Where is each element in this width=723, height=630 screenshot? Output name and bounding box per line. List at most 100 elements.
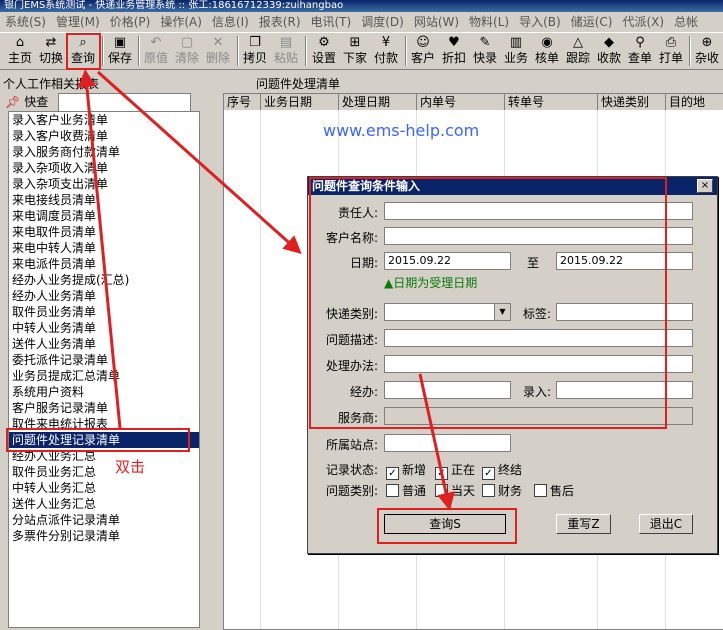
list-item[interactable]: 来电调度员清单 — [9, 208, 199, 224]
menu-price[interactable]: 价格(P) — [105, 12, 156, 32]
network-icon: ⊞ — [349, 35, 361, 50]
problem-type-label: 问题类别: — [325, 484, 378, 498]
list-item[interactable]: 委托派件记录清单 — [9, 352, 199, 368]
toolbar-delete-button[interactable]: ✕ 删除 — [204, 34, 232, 68]
toolbar-customers-button[interactable]: ☺ 客户 — [409, 34, 437, 68]
toolbar-paste-button[interactable]: ▤ 粘贴 — [272, 34, 300, 68]
type-same-day-checkbox[interactable]: 当天 — [435, 482, 475, 499]
left-panel: 个人工作相关报表 📌︎ 快查 录入客户业务清单 录入客户收费清单 录入服务商付款清… — [0, 71, 204, 628]
print-icon: ⎙ — [665, 35, 677, 50]
column-header[interactable]: 业务日期 — [261, 94, 339, 110]
menu-import[interactable]: 导入(B) — [514, 12, 566, 32]
menu-reports[interactable]: 报表(R) — [254, 12, 306, 32]
close-icon[interactable]: × — [697, 179, 713, 193]
collection-icon: ◆ — [604, 35, 614, 50]
window-title-bar: 银门EMS系统测试 - 快递业务管理系统 :: 张工:18616712339:z… — [0, 0, 723, 12]
menu-operate[interactable]: 操作(A) — [155, 12, 207, 32]
clear-icon: ▢ — [180, 35, 194, 50]
quick-search-input[interactable] — [58, 93, 191, 113]
toolbar-clear-button[interactable]: ▢ 清除 — [173, 34, 201, 68]
toolbar-separator — [237, 36, 239, 66]
list-item[interactable]: 经办人业务提成(汇总) — [9, 272, 199, 288]
list-item[interactable]: 多票件分别记录清单 — [9, 528, 199, 544]
window-title: 银门EMS系统测试 - 快递业务管理系统 :: 张工:18616712339:z… — [4, 0, 344, 11]
toolbar-print-button[interactable]: ⎙ 打单 — [657, 34, 685, 68]
pin-icon: 📌︎ — [5, 95, 21, 109]
restore-icon: ↶ — [150, 35, 162, 50]
list-item[interactable]: 录入杂项支出清单 — [9, 176, 199, 192]
site-field[interactable] — [384, 434, 511, 452]
toolbar-collection-button[interactable]: ◆ 收款 — [595, 34, 623, 68]
status-new-checkbox[interactable]: ✓ 新增 — [386, 461, 426, 480]
menu-info[interactable]: 信息(I) — [207, 12, 254, 32]
list-item[interactable]: 录入客户业务清单 — [9, 112, 199, 128]
reset-button[interactable]: 重写Z — [556, 514, 611, 534]
menu-telecom[interactable]: 电讯(T) — [306, 12, 357, 32]
status-closed-checkbox[interactable]: ✓ 终结 — [482, 461, 522, 480]
list-item[interactable]: 客户服务记录清单 — [9, 400, 199, 416]
toolbar-save-button[interactable]: ▣ 保存 — [106, 34, 134, 68]
menu-manage[interactable]: 管理(M) — [51, 12, 105, 32]
toolbar-search-order-button[interactable]: ⚲ 查单 — [626, 34, 654, 68]
list-item[interactable]: 来电取件员清单 — [9, 224, 199, 240]
double-click-annotation: 双击 — [115, 458, 146, 476]
list-item[interactable]: 来电接线员清单 — [9, 192, 199, 208]
grid-header: 序号 业务日期 处理日期 内单号 转单号 快递类别 目的地 — [224, 94, 723, 110]
toolbar-business-button[interactable]: ▥ 业务 — [502, 34, 530, 68]
exit-button[interactable]: 退出C — [639, 514, 693, 534]
type-normal-checkbox[interactable]: 普通 — [386, 482, 426, 499]
type-after-sales-checkbox[interactable]: 售后 — [534, 482, 574, 499]
list-item[interactable]: 业务员提成汇总清单 — [9, 368, 199, 384]
list-item[interactable]: 录入服务商付款清单 — [9, 144, 199, 160]
menu-ledger[interactable]: 总帐 — [669, 12, 703, 32]
column-header[interactable]: 快递类别 — [598, 94, 666, 110]
toolbar: ⌂ 主页 ⇄ 切换 ⌕ 查询 ▣ 保存 ↶ 原值 ▢ 清除 ✕ 删除 ❐ 拷贝 ▤ 粘贴 ⚙ 设置 … — [0, 33, 723, 70]
menu-dispatch[interactable]: 调度(D) — [356, 12, 409, 32]
toolbar-downstream-button[interactable]: ⊞ 下家 — [341, 34, 369, 68]
list-item[interactable]: 送件人业务汇总 — [9, 496, 199, 512]
menu-system[interactable]: 系统(S) — [0, 12, 51, 32]
settings-icon: ⚙ — [318, 35, 330, 50]
list-item[interactable]: 取件员业务清单 — [9, 304, 199, 320]
toolbar-tracking-button[interactable]: △ 跟踪 — [564, 34, 592, 68]
menu-delegate[interactable]: 代派(X) — [617, 12, 669, 32]
highlight-dialog-fields — [309, 177, 667, 429]
list-item[interactable]: 中转人业务清单 — [9, 320, 199, 336]
menu-website[interactable]: 网站(W) — [409, 12, 464, 32]
list-item[interactable]: 分站点派件记录清单 — [9, 512, 199, 528]
menu-storage[interactable]: 储运(C) — [566, 12, 618, 32]
list-item[interactable]: 录入杂项收入清单 — [9, 160, 199, 176]
column-header[interactable]: 转单号 — [505, 94, 598, 110]
toolbar-check-order-button[interactable]: ◉ 核单 — [533, 34, 561, 68]
status-in-progress-checkbox[interactable]: ✓ 正在 — [435, 461, 475, 480]
toolbar-restore-button[interactable]: ↶ 原值 — [142, 34, 170, 68]
highlight-query-button — [377, 508, 517, 544]
toolbar-settings-button[interactable]: ⚙ 设置 — [310, 34, 338, 68]
toolbar-copy-button[interactable]: ❐ 拷贝 — [241, 34, 269, 68]
report-list: 录入客户业务清单 录入客户收费清单 录入服务商付款清单 录入杂项收入清单 录入杂… — [8, 111, 200, 628]
list-item[interactable]: 取件员业务汇总 — [9, 464, 199, 480]
toolbar-home-button[interactable]: ⌂ 主页 — [6, 34, 34, 68]
column-header[interactable]: 目的地 — [666, 94, 723, 110]
site-label: 所属站点: — [325, 438, 378, 452]
toolbar-payment-button[interactable]: ¥ 付款 — [372, 34, 400, 68]
list-item[interactable]: 中转人业务汇总 — [9, 480, 199, 496]
delete-icon: ✕ — [212, 35, 224, 50]
list-item[interactable]: 送件人业务清单 — [9, 336, 199, 352]
list-item[interactable]: 经办人业务清单 — [9, 288, 199, 304]
toolbar-discount-button[interactable]: ♥ 折扣 — [440, 34, 468, 68]
toolbar-switch-button[interactable]: ⇄ 切换 — [37, 34, 65, 68]
column-header[interactable]: 处理日期 — [339, 94, 417, 110]
list-item[interactable]: 录入客户收费清单 — [9, 128, 199, 144]
toolbar-separator — [102, 36, 104, 66]
menu-materials[interactable]: 物料(L) — [464, 12, 514, 32]
list-item[interactable]: 系统用户资料 — [9, 384, 199, 400]
toolbar-quick-entry-button[interactable]: ✎ 快录 — [471, 34, 499, 68]
search-order-icon: ⚲ — [635, 35, 645, 50]
column-header[interactable]: 内单号 — [417, 94, 505, 110]
list-item[interactable]: 来电中转人清单 — [9, 240, 199, 256]
list-item[interactable]: 来电派件员清单 — [9, 256, 199, 272]
toolbar-misc-income-button[interactable]: ⊕ 杂收 — [693, 34, 721, 68]
column-header[interactable]: 序号 — [224, 94, 261, 110]
type-finance-checkbox[interactable]: 财务 — [482, 482, 522, 499]
